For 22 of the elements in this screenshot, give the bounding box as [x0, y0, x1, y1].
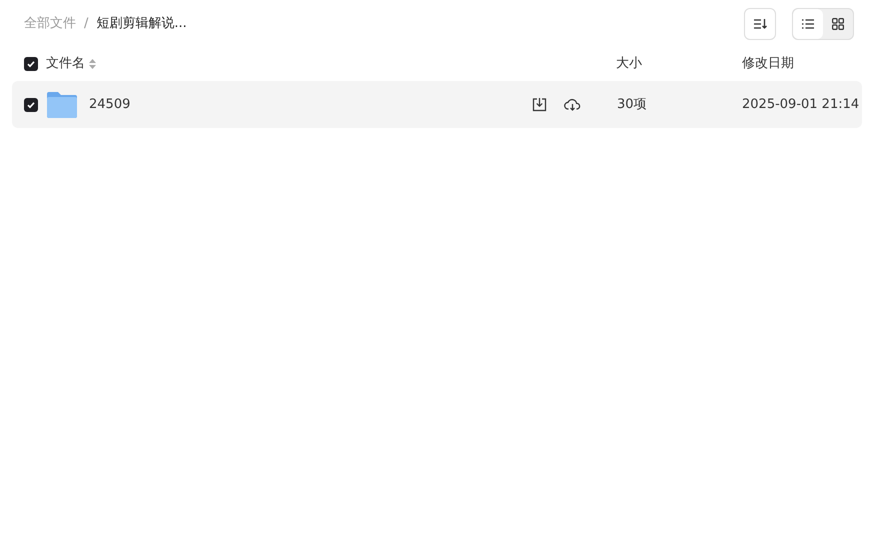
file-size: 30项: [617, 96, 648, 114]
list-view-button[interactable]: [793, 9, 823, 39]
separator: /: [84, 15, 88, 34]
sort-button[interactable]: [744, 8, 776, 40]
folder-icon: [47, 90, 77, 118]
list-icon: [802, 19, 814, 29]
cloud-icon[interactable]: [564, 98, 581, 111]
sort-arrows-icon: [89, 59, 96, 69]
checkbox[interactable]: [24, 98, 38, 112]
breadcrumb-item: 短剧剪辑解说...: [96, 15, 187, 34]
column-header[interactable]: 文件名: [46, 54, 85, 74]
check-icon: [26, 59, 36, 69]
column-header: 修改日期: [742, 55, 795, 74]
checkbox[interactable]: [24, 57, 38, 71]
check-icon: [26, 100, 36, 110]
modified-date: 2025-09-01 21:14: [742, 96, 860, 114]
grid-icon: [832, 18, 844, 30]
sort-icon: [753, 18, 767, 30]
column-header: 大小: [616, 55, 643, 74]
file-row[interactable]: 24509 30项 2025-09-01 21:14: [12, 81, 862, 128]
download-icon[interactable]: [532, 97, 547, 112]
file-name[interactable]: 24509: [89, 94, 130, 114]
